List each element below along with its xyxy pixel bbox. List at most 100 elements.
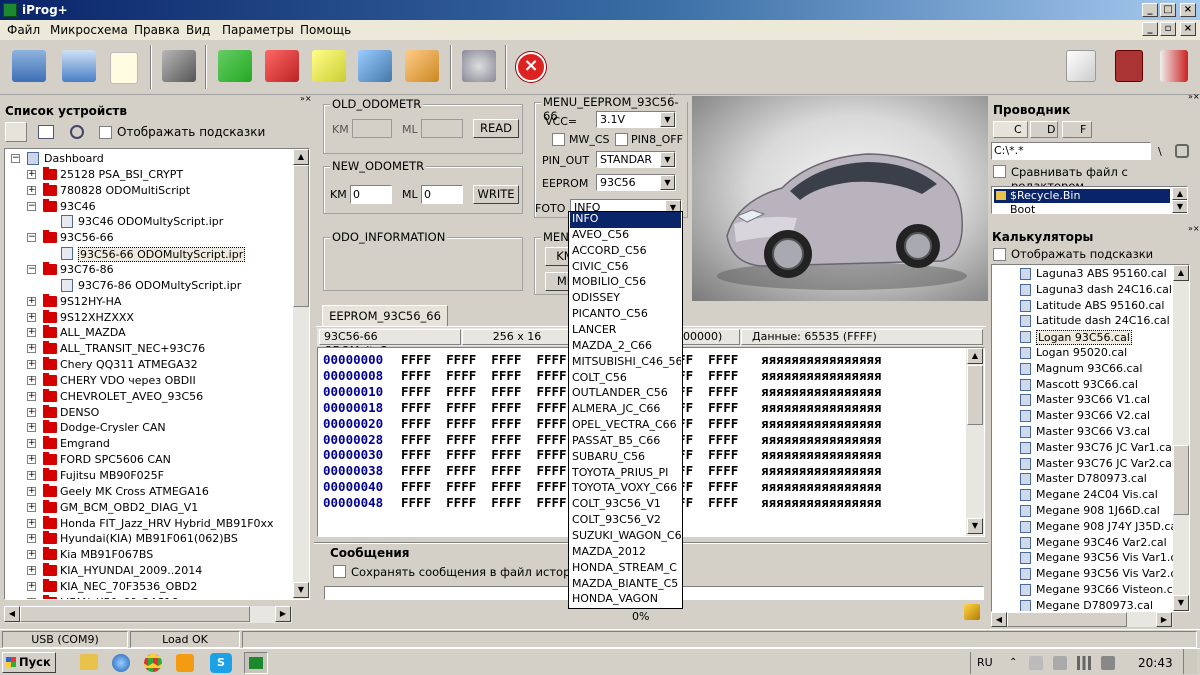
foto-option[interactable]: COLT_93C56_V2 <box>570 513 681 529</box>
expand-icon[interactable]: + <box>27 423 36 433</box>
foto-option[interactable]: INFO <box>570 212 681 228</box>
tree-hscrollbar[interactable]: ◀ ▶ <box>4 606 292 623</box>
foto-option[interactable]: SUZUKI_WAGON_C6 <box>570 529 681 545</box>
foto-option[interactable]: PASSAT_B5_C66 <box>570 434 681 450</box>
scroll-down-icon[interactable]: ▼ <box>1172 200 1187 213</box>
file-list-item[interactable]: Boot <box>994 203 1170 213</box>
search-chip-icon[interactable] <box>462 50 496 82</box>
minimize-button[interactable]: _ <box>1142 3 1158 17</box>
notes-icon[interactable] <box>1066 50 1096 82</box>
chevron-down-icon[interactable]: ▼ <box>660 152 675 167</box>
foto-option[interactable]: SUBARU_C56 <box>570 450 681 466</box>
expand-icon[interactable]: + <box>27 566 36 576</box>
open-folder-icon[interactable] <box>12 50 46 82</box>
erase-chip-icon[interactable] <box>358 50 392 82</box>
foto-option[interactable]: OUTLANDER_C56 <box>570 386 681 402</box>
expand-icon[interactable]: + <box>27 581 36 591</box>
skype-task-icon[interactable]: S <box>210 653 232 673</box>
scroll-up-icon[interactable]: ▲ <box>1173 265 1189 281</box>
new-file-icon[interactable] <box>110 52 138 84</box>
chevron-down-icon[interactable]: ▼ <box>660 175 675 190</box>
ie-task-icon[interactable] <box>112 654 130 672</box>
compare-file-checkbox[interactable] <box>993 165 1006 178</box>
eeprom-select[interactable]: 93C56 ▼ <box>596 174 676 191</box>
expand-icon[interactable]: + <box>27 471 36 480</box>
tools-icon[interactable] <box>1175 144 1189 158</box>
foto-option[interactable]: COLT_C56 <box>570 371 681 387</box>
expand-icon[interactable]: + <box>27 391 36 401</box>
hex-scrollbar[interactable]: ▲ ▼ <box>966 348 984 536</box>
expand-icon[interactable]: + <box>27 534 36 544</box>
read-chip-icon[interactable] <box>218 50 252 82</box>
calc-hscrollbar[interactable]: ◀ ▶ <box>991 612 1173 627</box>
scroll-down-icon[interactable]: ▼ <box>1173 595 1189 611</box>
expand-icon[interactable]: + <box>27 518 36 528</box>
scroll-right-icon[interactable]: ▶ <box>1156 612 1172 627</box>
calc-scrollbar[interactable]: ▲ ▼ <box>1173 265 1189 611</box>
write-chip-icon[interactable] <box>265 50 299 82</box>
tree-scrollbar[interactable]: ▲ ▼ <box>293 149 309 599</box>
foto-dropdown-list[interactable]: INFO AVEO_C56 ACCORD_C56 CIVIC_C56 MOBILIO_C… <box>568 211 683 609</box>
signal-icon[interactable] <box>1077 656 1091 670</box>
collapse-icon[interactable]: − <box>27 264 36 274</box>
explorer-task-icon[interactable] <box>80 654 98 670</box>
panel-pin-icon[interactable]: »× <box>300 94 312 103</box>
drive-c-button[interactable]: C <box>993 121 1028 138</box>
tree-view-icon[interactable] <box>5 122 27 142</box>
expand-icon[interactable]: + <box>27 375 36 385</box>
blank-check-icon[interactable] <box>405 50 439 82</box>
foto-option[interactable]: ALMERA_JC_C66 <box>570 402 681 418</box>
menu-edit[interactable]: Правка <box>134 23 180 37</box>
calc-hints-checkbox[interactable] <box>993 248 1006 261</box>
foto-option[interactable]: ODISSEY <box>570 291 681 307</box>
mw-cs-checkbox[interactable] <box>552 133 565 146</box>
new-km-input[interactable]: 0 <box>350 185 392 204</box>
menu-chip[interactable]: Микросхема <box>50 23 128 37</box>
foto-option[interactable]: CIVIC_C56 <box>570 260 681 276</box>
stop-icon[interactable]: × <box>516 52 546 82</box>
clear-messages-icon[interactable] <box>964 604 980 620</box>
scroll-up-icon[interactable]: ▲ <box>1172 187 1187 200</box>
expand-icon[interactable]: + <box>27 439 36 449</box>
expand-icon[interactable]: + <box>27 407 36 417</box>
file-list-item[interactable]: $Recycle.Bin <box>994 189 1170 203</box>
expand-icon[interactable]: + <box>27 360 36 370</box>
hscroll-thumb[interactable] <box>20 606 250 622</box>
volume-icon[interactable] <box>1101 656 1115 670</box>
foto-option[interactable]: PICANTO_C56 <box>570 307 681 323</box>
scroll-up-icon[interactable]: ▲ <box>967 348 983 364</box>
hex-scroll-thumb[interactable] <box>967 365 983 425</box>
foto-option[interactable]: TOYOTA_VOXY_C66 <box>570 481 681 497</box>
tab-eeprom[interactable]: EEPROM_93C56_66 <box>322 305 448 327</box>
chip-icon[interactable] <box>162 50 196 82</box>
menu-help[interactable]: Помощь <box>300 23 351 37</box>
expand-icon[interactable]: + <box>27 486 36 496</box>
verify-chip-icon[interactable] <box>312 50 346 82</box>
expand-icon[interactable]: + <box>27 185 36 195</box>
collapse-icon[interactable]: − <box>11 154 20 163</box>
scroll-left-icon[interactable]: ◀ <box>991 612 1007 627</box>
search-icon[interactable] <box>70 125 84 139</box>
foto-option[interactable]: MAZDA_BIANTE_C5 <box>570 577 681 593</box>
menu-params[interactable]: Параметры <box>222 23 294 37</box>
foto-option[interactable]: OPEL_VECTRA_C66 <box>570 418 681 434</box>
calculator-icon[interactable] <box>1115 50 1143 82</box>
expand-icon[interactable]: + <box>27 550 36 560</box>
expand-icon[interactable]: + <box>27 312 36 322</box>
show-hints-checkbox[interactable] <box>99 126 112 139</box>
network-icon[interactable] <box>1029 656 1043 670</box>
foto-option[interactable]: MOBILIO_C56 <box>570 275 681 291</box>
expand-icon[interactable]: + <box>27 502 36 512</box>
calc-scroll-thumb[interactable] <box>1173 445 1189 515</box>
chrome-task-icon[interactable] <box>144 654 162 672</box>
foto-option[interactable]: HONDA_VAGON <box>570 592 681 608</box>
scroll-thumb[interactable] <box>293 165 309 307</box>
close-button[interactable]: × <box>1180 3 1196 17</box>
foto-option[interactable]: COLT_93C56_V1 <box>570 497 681 513</box>
menu-view[interactable]: Вид <box>186 23 210 37</box>
scroll-down-icon[interactable]: ▼ <box>967 518 983 534</box>
expand-icon[interactable]: + <box>27 296 36 306</box>
read-button[interactable]: READ <box>473 119 519 138</box>
scroll-down-icon[interactable]: ▼ <box>293 582 309 598</box>
show-desktop-button[interactable] <box>1183 649 1197 674</box>
